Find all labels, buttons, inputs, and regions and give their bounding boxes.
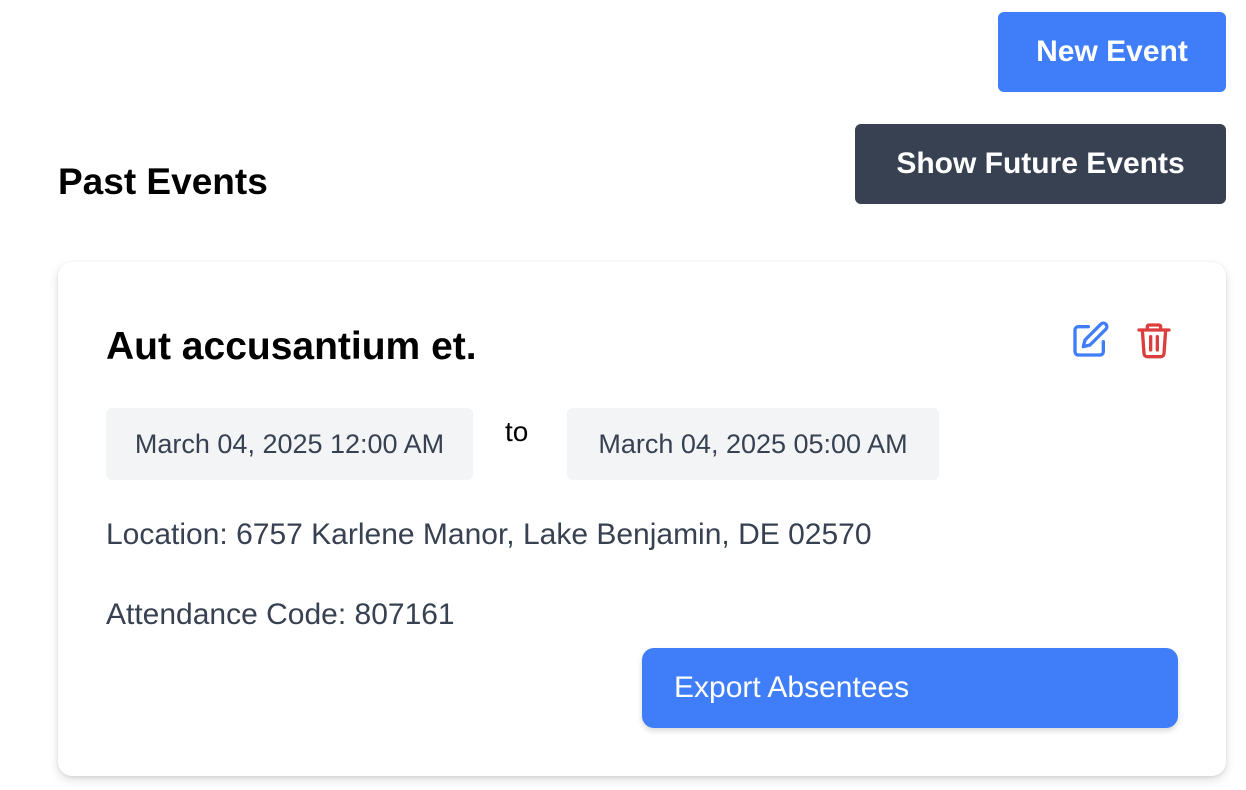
- export-absentees-button[interactable]: Export Absentees: [642, 648, 1178, 728]
- event-location: Location: 6757 Karlene Manor, Lake Benja…: [106, 518, 872, 551]
- start-date: March 04, 2025 12:00 AM: [106, 408, 473, 480]
- new-event-button[interactable]: New Event: [998, 12, 1226, 92]
- edit-icon[interactable]: [1068, 318, 1112, 362]
- event-title: Aut accusantium et.: [106, 325, 477, 368]
- attendance-code: Attendance Code: 807161: [106, 598, 455, 631]
- end-date: March 04, 2025 05:00 AM: [567, 408, 939, 480]
- show-future-events-button[interactable]: Show Future Events: [855, 124, 1226, 204]
- date-separator: to: [505, 416, 529, 447]
- section-title: Past Events: [58, 161, 268, 202]
- events-page: New Event Show Future Events Past Events…: [0, 0, 1246, 790]
- trash-icon[interactable]: [1132, 318, 1176, 362]
- event-card: Aut accusantium et. March 04, 2025 12:00…: [58, 262, 1226, 776]
